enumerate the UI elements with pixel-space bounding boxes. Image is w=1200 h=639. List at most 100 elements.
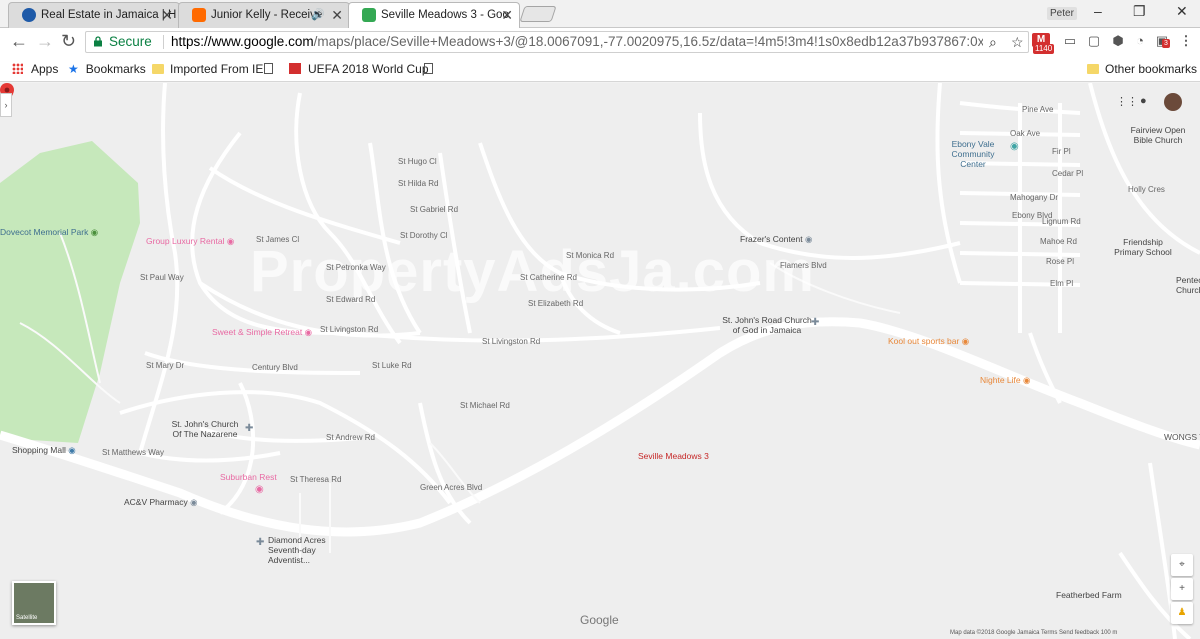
extension-icon[interactable]: ▣3 <box>1152 31 1172 51</box>
restore-button[interactable]: ❐ <box>1133 3 1146 20</box>
document-icon <box>264 63 273 74</box>
pegman-icon[interactable]: ♟ <box>1171 602 1193 624</box>
street-label: Mahoe Rd <box>1040 237 1077 246</box>
street-label: St Dorothy Cl <box>400 231 448 240</box>
reload-icon[interactable]: ↻ <box>61 31 76 51</box>
poi-fairview-church[interactable]: Fairview Open Bible Church <box>1126 125 1190 145</box>
tab-label: Real Estate in Jamaica | H <box>41 9 177 21</box>
street-label: Century Blvd <box>252 363 298 372</box>
google-maps-icon <box>362 8 376 22</box>
bookmark-doc-2[interactable] <box>424 62 439 76</box>
street-label: Pine Ave <box>1022 105 1054 114</box>
minimize-button[interactable]: – <box>1094 3 1102 19</box>
google-logo: Google <box>580 613 619 627</box>
street-label: St Petronka Way <box>326 263 386 272</box>
zoom-in-button[interactable]: + <box>1171 578 1193 600</box>
tab-real-estate[interactable]: Real Estate in Jamaica | H ✕ <box>8 2 180 28</box>
shield-icon[interactable]: ⬢ <box>1108 31 1128 51</box>
url-path: /maps/place/Seville+Meadows+3/@18.006709… <box>313 34 983 49</box>
profile-button[interactable]: Peter <box>1047 7 1077 20</box>
clipboard-icon[interactable]: ▢ <box>1084 31 1104 51</box>
satellite-label: Satellite <box>16 615 38 621</box>
bookmark-uefa[interactable]: UEFA 2018 World Cup <box>289 62 429 76</box>
close-tab-icon[interactable]: ✕ <box>331 3 343 27</box>
street-label: St Luke Rd <box>372 361 412 370</box>
bookmark-bookmarks[interactable]: ★ Bookmarks <box>68 62 146 76</box>
close-window-button[interactable]: ✕ <box>1176 3 1188 20</box>
side-panel-toggle[interactable]: › <box>0 93 12 117</box>
globe-icon <box>22 8 36 22</box>
poi-sweet-simple-retreat[interactable]: Sweet & Simple Retreat ◉ <box>212 327 312 337</box>
street-label: St Paul Way <box>140 273 184 282</box>
poi-diamond-acres-church[interactable]: Diamond Acres Seventh-day Adventist... <box>268 535 358 565</box>
poi-st-johns-church[interactable]: St. John's Church Of The Nazarene <box>170 419 240 439</box>
document-icon <box>424 63 433 74</box>
bookmark-doc-1[interactable] <box>264 62 279 76</box>
bookmark-other[interactable]: Other bookmarks <box>1087 62 1197 76</box>
new-tab-button[interactable] <box>519 6 557 22</box>
church-icon: ✚ <box>256 537 265 548</box>
url-text[interactable]: https://www.google.com/maps/place/Sevill… <box>171 32 983 52</box>
speaker-icon[interactable]: 🔊 <box>311 3 325 27</box>
close-tab-icon[interactable]: ✕ <box>501 3 513 27</box>
street-label: St Elizabeth Rd <box>528 299 584 308</box>
close-tab-icon[interactable]: ✕ <box>161 3 173 27</box>
poi-shopping-mall[interactable]: Shopping Mall ◉ <box>12 445 76 455</box>
poi-nighte-life[interactable]: Nighte Life ◉ <box>980 375 1030 385</box>
other-bookmarks-label: Other bookmarks <box>1105 62 1198 76</box>
street-label: WONGS T <box>1164 432 1200 442</box>
street-label: St Gabriel Rd <box>410 205 459 214</box>
cast-icon[interactable]: ▭ <box>1060 31 1080 51</box>
pin-label[interactable]: Seville Meadows 3 <box>638 451 709 461</box>
place-icon: ◉ <box>804 234 813 244</box>
apps-grid-icon[interactable]: ⋮⋮ <box>1116 95 1138 108</box>
street-label: Ebony Blvd <box>1012 211 1053 220</box>
poi-acv-pharmacy[interactable]: AC&V Pharmacy ◉ <box>124 497 198 507</box>
street-label: St Hugo Cl <box>398 157 437 166</box>
star-icon: ★ <box>68 62 79 76</box>
poi-st-johns-road-church[interactable]: St. John's Road Church of God in Jamaica <box>722 315 812 335</box>
map-footer: Map data ©2018 Google Jamaica Terms Send… <box>950 630 1118 636</box>
imported-label: Imported From IE <box>170 62 264 76</box>
bookmarks-bar: Apps ★ Bookmarks Imported From IE UEFA 20… <box>0 56 1200 82</box>
poi-frazers-content[interactable]: Frazer's Content ◉ <box>740 234 812 244</box>
menu-icon[interactable]: ⋮ <box>1176 31 1196 51</box>
my-location-button[interactable]: ⌖ <box>1171 554 1193 576</box>
search-icon[interactable]: ⌕ <box>989 32 997 52</box>
back-arrow-icon[interactable]: ← <box>10 31 28 51</box>
tab-soundcloud[interactable]: Junior Kelly - Receive 🔊 ✕ <box>178 2 350 28</box>
satellite-toggle[interactable]: Satellite <box>12 581 56 625</box>
lock-icon <box>94 36 102 47</box>
bookmark-apps[interactable]: Apps <box>12 62 58 76</box>
tab-google-maps[interactable]: Seville Meadows 3 - Goo ✕ <box>348 2 520 28</box>
street-label: Holly Cres <box>1128 185 1165 194</box>
apps-grid-icon <box>12 63 23 74</box>
street-label: St Theresa Rd <box>290 475 342 484</box>
street-label: Flamers Blvd <box>780 261 827 270</box>
browser-toolbar: ← → ↻ Secure https://www.google.com/maps… <box>0 28 1200 56</box>
poi-ebony-vale-center[interactable]: Ebony Vale Community Center <box>938 139 1008 169</box>
poi-friendship-school[interactable]: Friendship Primary School <box>1112 237 1174 257</box>
speedometer-icon[interactable]: ◔ <box>1130 31 1150 51</box>
google-map[interactable]: PropertyAdsJa.com St Livingston Rd St Li… <box>0 83 1200 639</box>
hotel-icon: ◉ <box>304 327 313 337</box>
poi-featherbed-farm[interactable]: Featherbed Farm <box>1056 590 1122 600</box>
tab-label: Junior Kelly - Receive <box>211 9 323 21</box>
poi-pentec-church[interactable]: Pentec Church <box>1176 275 1200 295</box>
poi-kool-out-bar[interactable]: Kool out sports bar ◉ <box>888 336 969 346</box>
url-host: https://www.google.com <box>171 34 314 49</box>
poi-group-luxury-rental[interactable]: Group Luxury Rental ◉ <box>146 236 234 246</box>
poi-dovecot-park[interactable]: Dovecot Memorial Park ◉ <box>0 227 98 237</box>
street-label: St Livingston Rd <box>320 325 379 334</box>
street-label: Elm Pl <box>1050 279 1074 288</box>
address-bar[interactable]: Secure https://www.google.com/maps/place… <box>85 31 1029 53</box>
notifications-icon[interactable]: ● <box>1140 95 1147 107</box>
street-label: St Edward Rd <box>326 295 376 304</box>
park-icon: ◉ <box>90 227 99 237</box>
poi-suburban-rest[interactable]: Suburban Rest <box>220 472 277 482</box>
bookmark-folder-imported[interactable]: Imported From IE <box>152 62 263 76</box>
star-icon[interactable]: ☆ <box>1011 32 1024 52</box>
bar-icon: ◉ <box>961 336 970 346</box>
forward-arrow-icon[interactable]: → <box>36 31 54 51</box>
avatar[interactable] <box>1164 93 1182 111</box>
